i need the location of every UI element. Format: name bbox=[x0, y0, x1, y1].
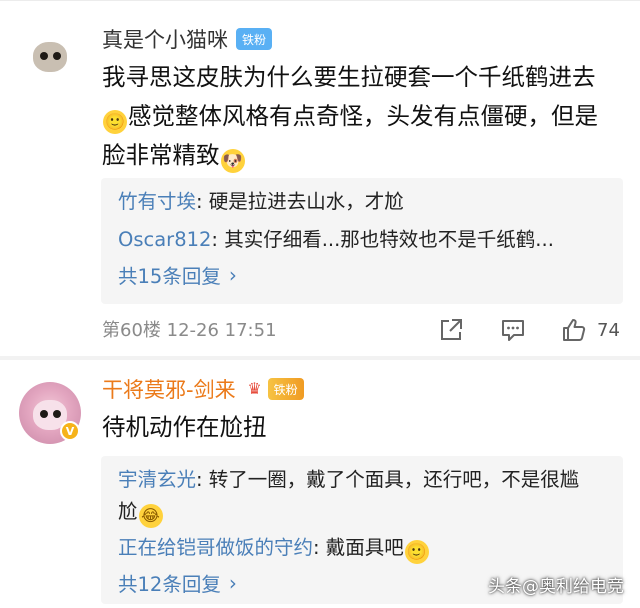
crown-icon: ♛ bbox=[247, 379, 262, 398]
comment-button[interactable] bbox=[500, 316, 526, 344]
reply-text: 其实仔细看...那也特效也不是千纸鹤... bbox=[224, 228, 554, 251]
share-icon bbox=[441, 319, 462, 340]
comment-text: 我寻思这皮肤为什么要生拉硬套一个千纸鹤进去 🙂 感觉整体风格有点奇怪，头发有点僵硬… bbox=[102, 58, 622, 175]
view-more-replies-link[interactable]: 共15条回复 › bbox=[118, 260, 237, 289]
comment-meta: 第60楼 12-26 17:51 bbox=[102, 320, 277, 341]
reply-item[interactable]: 竹有寸埃: 硬是拉进去山水，才尬 bbox=[118, 186, 608, 218]
chevron-right-icon: › bbox=[228, 262, 237, 287]
thumbs-up-icon bbox=[563, 319, 586, 341]
like-count: 74 bbox=[597, 319, 620, 341]
reply-username[interactable]: 宇清玄光 bbox=[118, 468, 196, 491]
comment-header: 干将莫邪-剑来 ♛ 铁粉 bbox=[102, 374, 304, 404]
like-button[interactable]: 74 bbox=[561, 316, 620, 344]
share-button[interactable] bbox=[438, 316, 464, 344]
reply-text: 戴面具吧 bbox=[325, 536, 404, 559]
comment-text: 待机动作在尬扭 bbox=[102, 413, 267, 441]
laugh-emoji-icon: 😂 bbox=[138, 504, 163, 528]
smile-emoji-icon: 🙂 bbox=[404, 540, 429, 564]
view-more-replies-link[interactable]: 共12条回复 › bbox=[118, 568, 237, 597]
username[interactable]: 真是个小猫咪 bbox=[102, 24, 228, 54]
comment-header: 真是个小猫咪 铁粉 bbox=[102, 24, 273, 54]
doge-emoji-icon: 🐶 bbox=[220, 149, 245, 173]
reply-item[interactable]: Oscar812: 其实仔细看...那也特效也不是千纸鹤... bbox=[118, 224, 608, 256]
reply-username[interactable]: 竹有寸埃 bbox=[118, 190, 196, 213]
smile-emoji-icon: 🙂 bbox=[103, 110, 127, 134]
fan-badge: 铁粉 bbox=[236, 28, 273, 50]
reply-text: 硬是拉进去山水，才尬 bbox=[208, 190, 404, 213]
reply-username[interactable]: 正在给铠哥做饭的守约 bbox=[118, 536, 313, 559]
reply-item[interactable]: 正在给铠哥做饭的守约: 戴面具吧 🙂 bbox=[118, 532, 608, 564]
verified-badge-icon: V bbox=[60, 421, 80, 441]
avatar[interactable] bbox=[19, 24, 81, 86]
comment-icon bbox=[502, 320, 524, 341]
reply-username[interactable]: Oscar812 bbox=[118, 228, 211, 251]
reply-box: 竹有寸埃: 硬是拉进去山水，才尬 Oscar812: 其实仔细看...那也特效也… bbox=[101, 178, 623, 304]
username[interactable]: 干将莫邪-剑来 bbox=[102, 374, 236, 404]
reply-item[interactable]: 宇清玄光: 转了一圈，戴了个面具，还行吧，不是很尴 尬 😂 bbox=[118, 464, 608, 528]
reply-text: 转了一圈，戴了个面具，还行吧，不是很尴 bbox=[208, 468, 580, 491]
reply-text: 尬 bbox=[118, 500, 138, 523]
watermark: 头条@奥利给电竞 bbox=[488, 577, 624, 597]
fan-badge: 铁粉 bbox=[267, 378, 304, 400]
chevron-right-icon: › bbox=[228, 570, 237, 595]
